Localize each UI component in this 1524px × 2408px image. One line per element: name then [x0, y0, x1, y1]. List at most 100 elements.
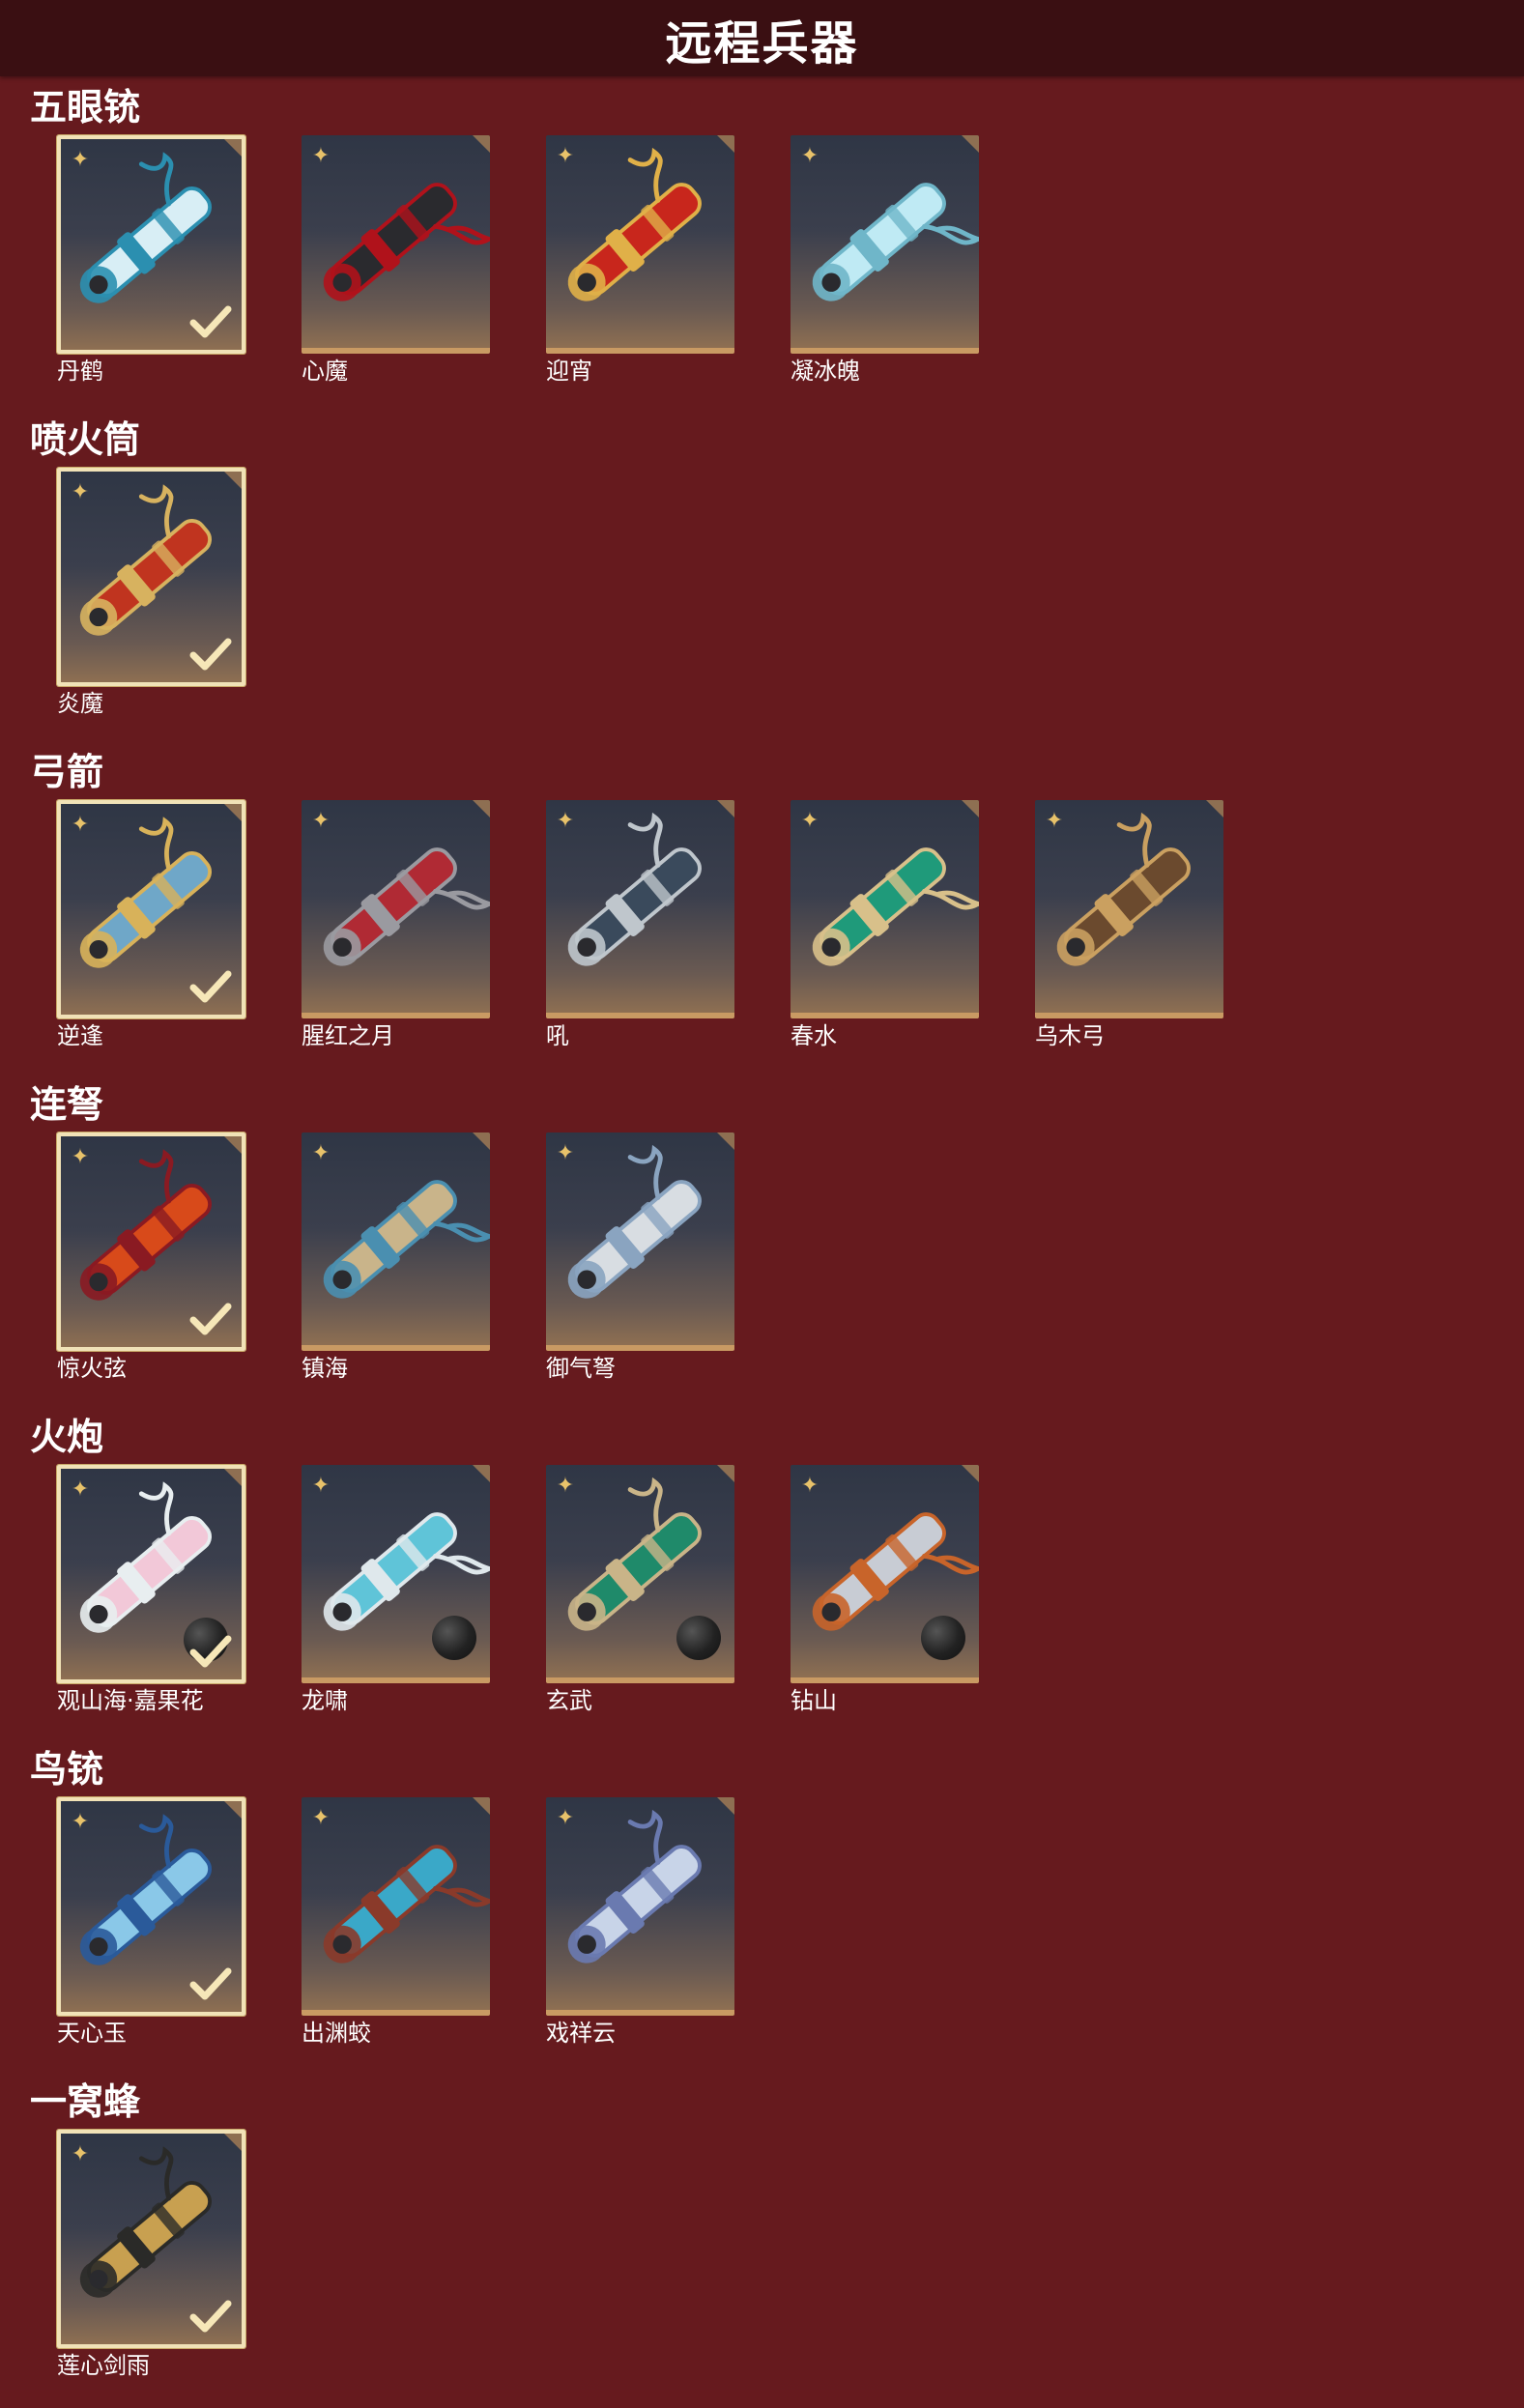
weapon-item[interactable]: ✦ 镇海: [302, 1132, 490, 1386]
cannonball-icon: [921, 1616, 965, 1660]
page-title: 远程兵器: [665, 15, 859, 71]
rarity-star-icon: ✦: [311, 1806, 331, 1830]
rarity-star-icon: ✦: [71, 813, 90, 837]
weapon-item[interactable]: ✦ 玄武: [546, 1465, 734, 1718]
page-header: 远程兵器: [0, 0, 1524, 76]
owned-check-icon: [189, 1967, 232, 2000]
weapon-card[interactable]: ✦: [57, 1465, 245, 1683]
rarity-star-icon: ✦: [556, 1474, 575, 1498]
weapon-card[interactable]: ✦: [546, 1132, 734, 1351]
weapon-name: 观山海·嘉果花: [57, 1687, 204, 1714]
weapon-card[interactable]: ✦: [57, 135, 245, 354]
owned-check-icon: [189, 1635, 232, 1668]
rarity-star-icon: ✦: [556, 1141, 575, 1165]
rarity-star-icon: ✦: [71, 1477, 90, 1502]
weapon-card[interactable]: ✦: [791, 800, 979, 1018]
weapon-item[interactable]: ✦ 惊火弦: [57, 1132, 245, 1386]
weapon-item[interactable]: ✦ 出渊蛟: [302, 1797, 490, 2050]
weapon-name: 镇海: [302, 1355, 348, 1382]
weapon-item[interactable]: ✦ 炎魔: [57, 468, 245, 721]
weapon-item[interactable]: ✦ 逆逢: [57, 800, 245, 1053]
weapon-category-section: 火炮 ✦ 观山海·嘉果花 ✦ 龙啸 ✦ 玄武 ✦ 钻山: [0, 1415, 1524, 1743]
rarity-star-icon: ✦: [800, 1474, 820, 1498]
weapon-card[interactable]: ✦: [302, 1132, 490, 1351]
owned-check-icon: [189, 1303, 232, 1335]
weapon-item[interactable]: ✦ 心魔: [302, 135, 490, 388]
weapon-name: 逆逢: [57, 1022, 103, 1049]
weapon-item[interactable]: ✦ 乌木弓: [1035, 800, 1223, 1053]
weapon-card[interactable]: ✦: [57, 2130, 245, 2348]
weapon-card[interactable]: ✦: [57, 468, 245, 686]
weapon-card[interactable]: ✦: [1035, 800, 1223, 1018]
cannonball-icon: [676, 1616, 721, 1660]
weapon-card[interactable]: ✦: [791, 135, 979, 354]
weapon-card[interactable]: ✦: [57, 800, 245, 1018]
weapon-card[interactable]: ✦: [302, 800, 490, 1018]
weapon-name: 戏祥云: [546, 2020, 616, 2047]
weapon-card[interactable]: ✦: [302, 1465, 490, 1683]
weapon-item[interactable]: ✦ 御气弩: [546, 1132, 734, 1386]
owned-check-icon: [189, 305, 232, 338]
weapon-name: 出渊蛟: [302, 2020, 371, 2047]
rarity-star-icon: ✦: [311, 144, 331, 168]
weapon-card[interactable]: ✦: [546, 1465, 734, 1683]
weapon-item[interactable]: ✦ 龙啸: [302, 1465, 490, 1718]
cannonball-icon: [432, 1616, 476, 1660]
weapon-name: 钻山: [791, 1687, 837, 1714]
weapon-item[interactable]: ✦ 莲心剑雨: [57, 2130, 245, 2383]
weapon-name: 龙啸: [302, 1687, 348, 1714]
rarity-star-icon: ✦: [800, 809, 820, 833]
category-title: 一窝蜂: [30, 2080, 141, 2123]
weapon-card[interactable]: ✦: [791, 1465, 979, 1683]
owned-check-icon: [189, 2300, 232, 2333]
weapon-name: 乌木弓: [1035, 1022, 1105, 1049]
rarity-star-icon: ✦: [311, 809, 331, 833]
weapon-name: 天心玉: [57, 2020, 127, 2047]
weapon-name: 玄武: [546, 1687, 592, 1714]
weapon-name: 惊火弦: [57, 1355, 127, 1382]
rarity-star-icon: ✦: [556, 1806, 575, 1830]
rarity-star-icon: ✦: [71, 2142, 90, 2166]
rarity-star-icon: ✦: [71, 480, 90, 504]
weapon-category-section: 一窝蜂 ✦ 莲心剑雨: [0, 2079, 1524, 2408]
weapon-category-section: 五眼铳 ✦ 丹鹤 ✦ 心魔 ✦ 迎宵 ✦ 凝冰魄: [0, 85, 1524, 414]
weapon-name: 春水: [791, 1022, 837, 1049]
weapon-card[interactable]: ✦: [546, 800, 734, 1018]
rarity-star-icon: ✦: [556, 144, 575, 168]
owned-check-icon: [189, 638, 232, 671]
rarity-star-icon: ✦: [71, 1145, 90, 1169]
weapon-card[interactable]: ✦: [302, 135, 490, 354]
rarity-star-icon: ✦: [1045, 809, 1064, 833]
weapon-name: 莲心剑雨: [57, 2352, 150, 2379]
weapon-name: 吼: [546, 1022, 569, 1049]
weapon-item[interactable]: ✦ 春水: [791, 800, 979, 1053]
weapon-card[interactable]: ✦: [546, 135, 734, 354]
weapon-item[interactable]: ✦ 天心玉: [57, 1797, 245, 2050]
weapon-item[interactable]: ✦ 丹鹤: [57, 135, 245, 388]
weapon-name: 炎魔: [57, 690, 103, 717]
weapon-card[interactable]: ✦: [302, 1797, 490, 2016]
weapon-item[interactable]: ✦ 迎宵: [546, 135, 734, 388]
weapon-item[interactable]: ✦ 钻山: [791, 1465, 979, 1718]
rarity-star-icon: ✦: [71, 148, 90, 172]
weapon-name: 心魔: [302, 358, 348, 385]
weapon-card[interactable]: ✦: [57, 1132, 245, 1351]
weapon-name: 凝冰魄: [791, 358, 860, 385]
weapon-card[interactable]: ✦: [57, 1797, 245, 2016]
weapon-item[interactable]: ✦ 吼: [546, 800, 734, 1053]
weapon-name: 迎宵: [546, 358, 592, 385]
weapon-item[interactable]: ✦ 观山海·嘉果花: [57, 1465, 245, 1718]
category-title: 连弩: [30, 1083, 104, 1126]
rarity-star-icon: ✦: [311, 1474, 331, 1498]
category-title: 火炮: [30, 1416, 104, 1458]
weapon-item[interactable]: ✦ 凝冰魄: [791, 135, 979, 388]
weapon-category-section: 弓箭 ✦ 逆逢 ✦ 腥红之月 ✦ 吼 ✦ 春水 ✦ 乌木弓: [0, 750, 1524, 1078]
weapon-card[interactable]: ✦: [546, 1797, 734, 2016]
weapon-name: 腥红之月: [302, 1022, 394, 1049]
weapon-item[interactable]: ✦ 腥红之月: [302, 800, 490, 1053]
category-title: 喷火筒: [30, 418, 141, 461]
weapon-item[interactable]: ✦ 戏祥云: [546, 1797, 734, 2050]
rarity-star-icon: ✦: [71, 1810, 90, 1834]
weapon-category-section: 连弩 ✦ 惊火弦 ✦ 镇海 ✦ 御气弩: [0, 1082, 1524, 1411]
rarity-star-icon: ✦: [556, 809, 575, 833]
